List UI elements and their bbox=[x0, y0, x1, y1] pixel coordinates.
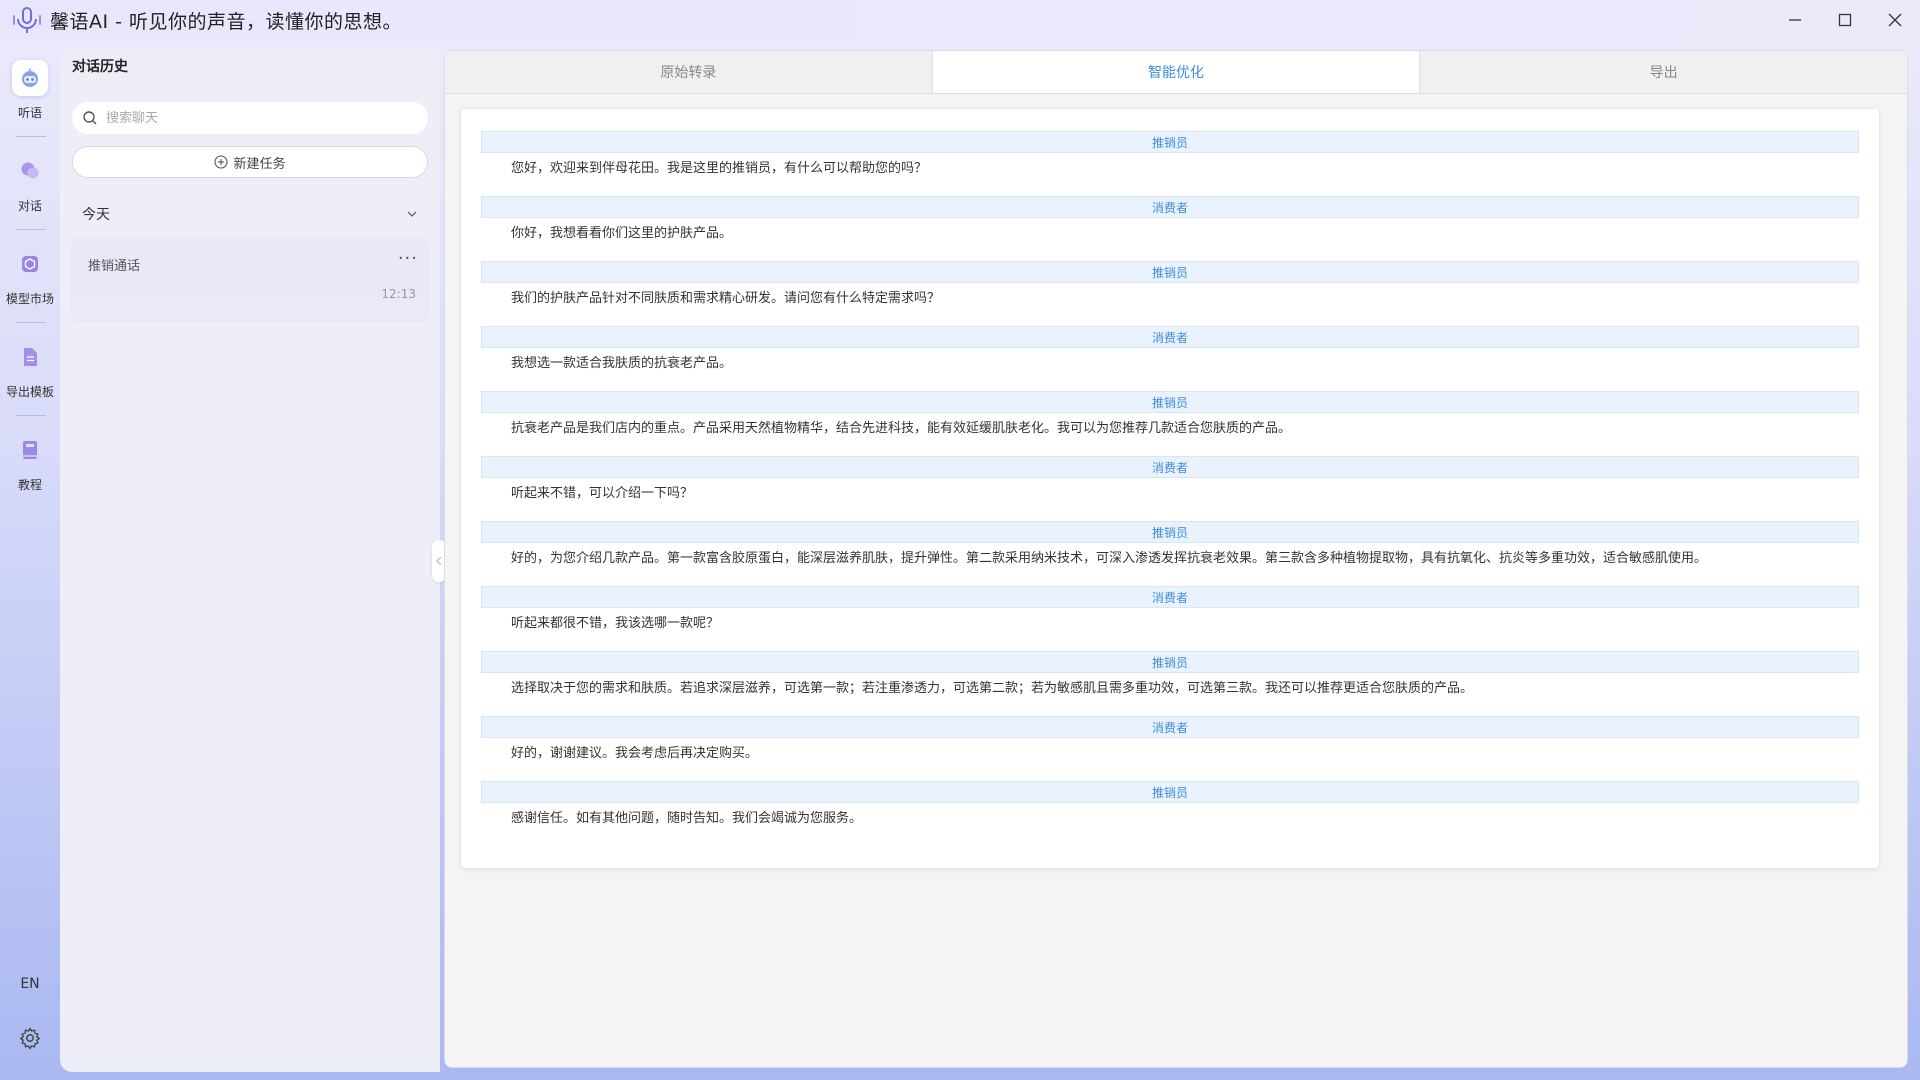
speaker-label: 消费者 bbox=[481, 196, 1859, 218]
history-group-today[interactable]: 今天 bbox=[72, 198, 428, 230]
nav-item-chat[interactable]: 对话 bbox=[0, 153, 60, 214]
nav-divider bbox=[16, 322, 46, 323]
speaker-label: 消费者 bbox=[481, 326, 1859, 348]
minimize-button[interactable] bbox=[1770, 0, 1820, 40]
nav-divider bbox=[16, 415, 46, 416]
speaker-label: 推销员 bbox=[481, 521, 1859, 543]
nav-item-listen[interactable]: 听语 bbox=[0, 60, 60, 121]
app-title: 馨语AI - 听见你的声音，读懂你的思想。 bbox=[50, 10, 403, 33]
maximize-icon bbox=[1838, 13, 1852, 27]
close-icon bbox=[1888, 13, 1902, 27]
speaker-label: 推销员 bbox=[481, 261, 1859, 283]
transcript-card: 推销员 您好，欢迎来到伴母花田。我是这里的推销员，有什么可以帮助您的吗？ 消费者 你好… bbox=[461, 109, 1879, 868]
history-panel: 对话历史 新建任务 今天 推销通话 ··· 12:13 bbox=[60, 48, 440, 1072]
speaker-label: 消费者 bbox=[481, 586, 1859, 608]
main-panel: 原始转录 智能优化 导出 推销员您好，欢迎来到伴母花田。我是这里的推销员，有什么… bbox=[444, 50, 1908, 1068]
conversation-item[interactable]: 推销通话 ··· 12:13 bbox=[72, 238, 428, 320]
utterance-text: 听起来不错，可以介绍一下吗？ bbox=[511, 486, 694, 501]
plus-circle-icon bbox=[214, 155, 229, 169]
speaker-label: 推销员 bbox=[481, 131, 1859, 153]
settings-button[interactable] bbox=[18, 1026, 42, 1050]
conversation-time: 12:13 bbox=[381, 287, 416, 301]
minimize-icon bbox=[1789, 19, 1801, 21]
speaker-label: 推销员 bbox=[481, 651, 1859, 673]
utterance-text: 听起来都很不错，我该选哪一款呢？ bbox=[511, 616, 720, 631]
search-icon bbox=[83, 111, 97, 125]
book-icon bbox=[12, 432, 48, 468]
tab-raw-transcript[interactable]: 原始转录 bbox=[445, 51, 933, 93]
conversation-title: 推销通话 bbox=[88, 259, 141, 274]
new-task-label: 新建任务 bbox=[233, 156, 286, 172]
close-button[interactable] bbox=[1870, 0, 1920, 40]
tab-bar: 原始转录 智能优化 导出 bbox=[445, 51, 1907, 94]
nav-item-model-market[interactable]: 模型市场 bbox=[0, 246, 60, 307]
speaker-label: 推销员 bbox=[481, 781, 1859, 803]
new-task-button[interactable]: 新建任务 bbox=[72, 146, 428, 178]
chevron-left-icon bbox=[436, 556, 442, 566]
title-bar: 馨语AI - 听见你的声音，读懂你的思想。 bbox=[0, 0, 1920, 40]
utterance-text: 选择取决于您的需求和肤质。若追求深层滋养，可选第一款；若注重渗透力，可选第二款；… bbox=[511, 681, 1474, 696]
nav-divider bbox=[16, 229, 46, 230]
utterance-text: 抗衰老产品是我们店内的重点。产品采用天然植物精华，结合先进科技，能有效延缓肌肤老… bbox=[511, 421, 1292, 436]
speaker-label: 推销员 bbox=[481, 391, 1859, 413]
tab-export[interactable]: 导出 bbox=[1420, 51, 1907, 93]
history-title: 对话历史 bbox=[72, 59, 128, 75]
chat-bubbles-icon bbox=[12, 153, 48, 189]
gear-icon bbox=[20, 1027, 40, 1050]
cube-icon bbox=[12, 246, 48, 282]
microphone-logo-icon bbox=[10, 3, 44, 37]
nav-label-export-templates: 导出模板 bbox=[5, 385, 54, 399]
document-icon bbox=[12, 339, 48, 375]
nav-label-listen: 听语 bbox=[17, 106, 42, 120]
utterance-text: 好的，谢谢建议。我会考虑后再决定购买。 bbox=[511, 746, 759, 761]
search-input[interactable] bbox=[104, 109, 408, 127]
speaker-label: 消费者 bbox=[481, 716, 1859, 738]
language-toggle[interactable]: EN bbox=[0, 976, 60, 992]
nav-label-model-market: 模型市场 bbox=[5, 292, 54, 306]
utterance-text: 我们的护肤产品针对不同肤质和需求精心研发。请问您有什么特定需求吗？ bbox=[511, 291, 941, 306]
tab-smart-optimize[interactable]: 智能优化 bbox=[932, 51, 1421, 93]
nav-item-tutorial[interactable]: 教程 bbox=[0, 432, 60, 493]
utterance-text: 感谢信任。如有其他问题，随时告知。我们会竭诚为您服务。 bbox=[511, 811, 863, 826]
search-box[interactable] bbox=[72, 102, 428, 134]
speaker-label: 消费者 bbox=[481, 456, 1859, 478]
chevron-down-icon bbox=[407, 211, 417, 217]
group-label: 今天 bbox=[82, 207, 110, 223]
more-options-icon[interactable]: ··· bbox=[398, 248, 418, 269]
nav-rail: 听语 对话 模型市场 导出模板 教程 bbox=[0, 48, 60, 1072]
nav-item-export-templates[interactable]: 导出模板 bbox=[0, 339, 60, 400]
utterance-text: 我想选一款适合我肤质的抗衰老产品。 bbox=[511, 356, 733, 371]
utterance-text: 好的，为您介绍几款产品。第一款富含胶原蛋白，能深层滋养肌肤，提升弹性。第二款采用… bbox=[511, 551, 1708, 566]
utterance-text: 您好，欢迎来到伴母花田。我是这里的推销员，有什么可以帮助您的吗？ bbox=[511, 161, 928, 176]
nav-label-tutorial: 教程 bbox=[17, 478, 42, 492]
nav-divider bbox=[16, 136, 46, 137]
robot-icon bbox=[12, 60, 48, 96]
maximize-button[interactable] bbox=[1820, 0, 1870, 40]
nav-label-chat: 对话 bbox=[17, 199, 42, 213]
utterance-text: 你好，我想看看你们这里的护肤产品。 bbox=[511, 226, 733, 241]
